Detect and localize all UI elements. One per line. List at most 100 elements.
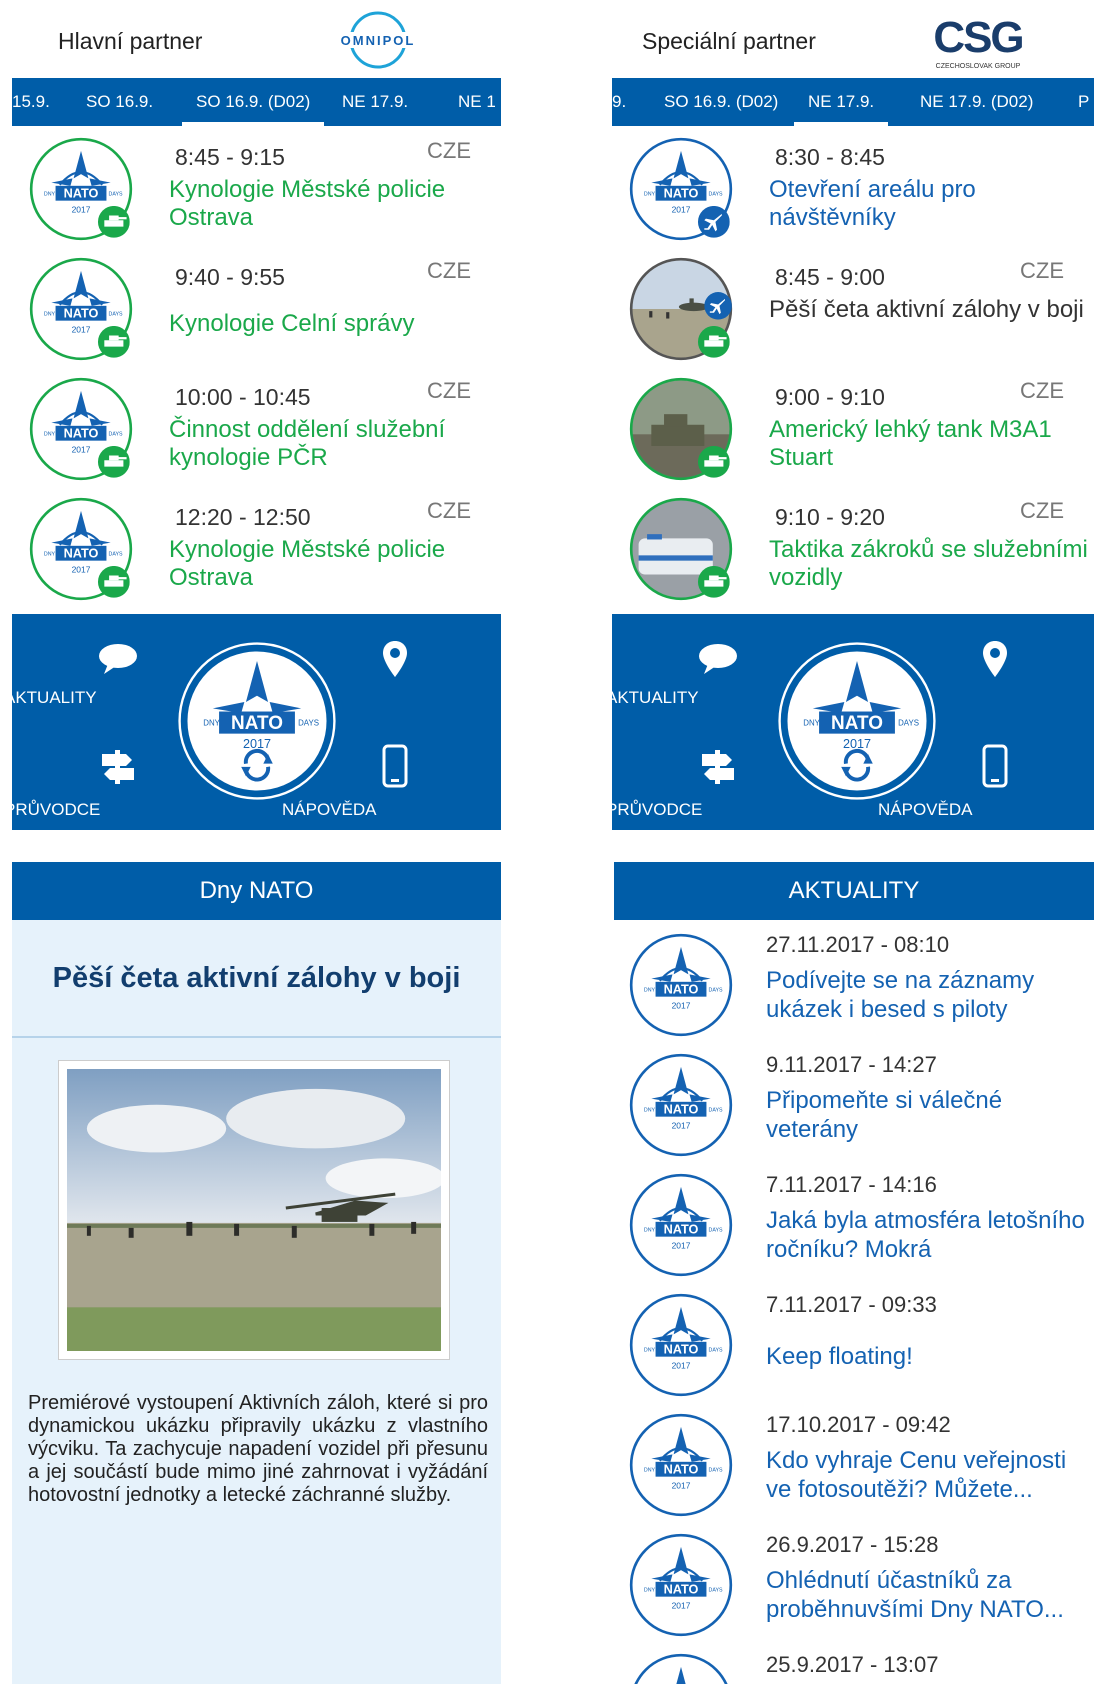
tab-date[interactable]: 15.9. xyxy=(12,78,50,126)
event-title: Kynologie Městské policie Ostrava xyxy=(169,176,446,231)
news-date: 25.9.2017 - 13:07 xyxy=(766,1652,939,1677)
event-item[interactable]: 9:40 - 9:55 CZE Kynologie Celní správy xyxy=(12,250,501,370)
news-item[interactable]: 7.11.2017 - 14:16 Jaká byla atmosféra le… xyxy=(614,1160,1094,1280)
nato-days-badge-icon xyxy=(628,1052,734,1158)
event-language: CZE xyxy=(427,258,471,283)
nav-guide-label[interactable]: PRŮVODCE xyxy=(612,800,702,820)
news-title: Jaká byla atmosféra letošního ročníku? M… xyxy=(766,1207,1085,1263)
nato-days-badge-icon xyxy=(628,1652,734,1684)
svg-text:DAYS: DAYS xyxy=(298,719,319,728)
tab-date[interactable]: SO 16.9. (D02) xyxy=(664,78,778,126)
svg-text:CZECHOSLOVAK GROUP: CZECHOSLOVAK GROUP xyxy=(936,63,1021,70)
event-time: 12:20 - 12:50 xyxy=(175,504,311,530)
news-title: Ohlédnutí účastníků za proběhnuvšími Dny… xyxy=(766,1567,1064,1623)
event-item[interactable]: 8:45 - 9:00 CZE Pěší četa aktivní zálohy… xyxy=(612,250,1094,370)
news-title: Podívejte se na záznamy ukázek i besed s… xyxy=(766,967,1035,1023)
nato-days-badge-icon xyxy=(28,496,134,602)
nato-days-refresh-logo[interactable]: NATO DNY DAYS 2017 xyxy=(178,642,336,800)
event-item[interactable]: 8:30 - 8:45 Otevření areálu pro návštěvn… xyxy=(612,130,1094,250)
partner-label: Speciální partner xyxy=(642,28,816,54)
event-item[interactable]: 9:00 - 9:10 CZE Americký lehký tank M3A1… xyxy=(612,370,1094,490)
date-tabs: 15.9. SO 16.9. SO 16.9. (D02) NE 17.9. N… xyxy=(12,78,501,126)
nato-days-refresh-logo[interactable]: NATO DNY DAYS 2017 xyxy=(778,642,936,800)
nato-days-badge-icon xyxy=(628,932,734,1038)
news-date: 7.11.2017 - 09:33 xyxy=(766,1292,937,1317)
helicopter-field-image xyxy=(67,1069,445,1351)
svg-text:DAYS: DAYS xyxy=(898,719,919,728)
nav-help-label[interactable]: NÁPOVĚDA xyxy=(878,800,972,820)
event-title: Taktika zákroků se služebními vozidly xyxy=(769,536,1088,591)
date-tabs: 9. SO 16.9. (D02) NE 17.9. NE 17.9. (D02… xyxy=(612,78,1094,126)
news-item[interactable]: 25.9.2017 - 13:07 xyxy=(614,1640,1094,1684)
speech-bubble-icon[interactable] xyxy=(98,642,138,676)
event-language: CZE xyxy=(427,378,471,403)
speech-bubble-icon[interactable] xyxy=(698,642,738,676)
tab-date[interactable]: P xyxy=(1078,78,1089,126)
news-item[interactable]: 27.11.2017 - 08:10 Podívejte se na zázna… xyxy=(614,920,1094,1040)
nav-news-label[interactable]: AKTUALITY xyxy=(12,688,97,708)
omnipol-logo: OMNIPOL xyxy=(335,11,421,69)
svg-text:DNY: DNY xyxy=(203,719,220,728)
news-date: 7.11.2017 - 14:16 xyxy=(766,1172,937,1197)
tab-date[interactable]: NE 17.9. xyxy=(342,78,408,126)
news-date: 9.11.2017 - 14:27 xyxy=(766,1052,937,1077)
svg-text:OMNIPOL: OMNIPOL xyxy=(341,33,416,48)
event-time: 8:45 - 9:15 xyxy=(175,144,285,170)
event-photo-thumbnail xyxy=(629,257,733,361)
event-language: CZE xyxy=(1020,258,1064,283)
event-language: CZE xyxy=(1020,498,1064,523)
event-title: Kynologie Městské policie Ostrava xyxy=(169,536,446,591)
tab-date[interactable]: NE 17.9. (D02) xyxy=(920,78,1033,126)
smartphone-icon[interactable] xyxy=(982,744,1008,788)
tab-date[interactable]: NE 1 xyxy=(458,78,496,126)
event-title: Otevření areálu pro návštěvníky xyxy=(769,176,976,231)
tab-date-selected[interactable]: SO 16.9. (D02) xyxy=(182,78,325,126)
event-list: 8:30 - 8:45 Otevření areálu pro návštěvn… xyxy=(612,130,1094,610)
news-item[interactable]: 9.11.2017 - 14:27 Připomeňte si válečné … xyxy=(614,1040,1094,1160)
news-title: Připomeňte si válečné veterány xyxy=(766,1087,1003,1143)
event-title: Pěší četa aktivní zálohy v boji xyxy=(769,296,1084,323)
nato-days-badge-icon xyxy=(28,256,134,362)
svg-text:DNY: DNY xyxy=(803,719,820,728)
nato-days-badge-icon xyxy=(628,1412,734,1518)
article-body: Premiérové vystoupení Aktivních záloh, k… xyxy=(28,1392,488,1506)
map-pin-icon[interactable] xyxy=(382,640,408,678)
news-item[interactable]: 26.9.2017 - 15:28 Ohlédnutí účastníků za… xyxy=(614,1520,1094,1640)
tab-date-selected[interactable]: NE 17.9. xyxy=(794,78,889,126)
news-date: 27.11.2017 - 08:10 xyxy=(766,932,950,957)
news-item[interactable]: 17.10.2017 - 09:42 Kdo vyhraje Cenu veře… xyxy=(614,1400,1094,1520)
nato-days-badge-icon xyxy=(628,136,734,242)
signpost-icon[interactable] xyxy=(98,746,138,786)
signpost-icon[interactable] xyxy=(698,746,738,786)
nato-days-badge-icon xyxy=(628,1172,734,1278)
nato-days-badge-icon xyxy=(28,136,134,242)
event-time: 10:00 - 10:45 xyxy=(175,384,311,410)
nav-news-label[interactable]: AKTUALITY xyxy=(612,688,699,708)
nav-help-label[interactable]: NÁPOVĚDA xyxy=(282,800,376,820)
svg-text:NATO: NATO xyxy=(831,713,883,734)
partner-label: Hlavní partner xyxy=(58,28,203,54)
article-title: Pěší četa aktivní zálohy v boji xyxy=(12,920,501,1038)
smartphone-icon[interactable] xyxy=(382,744,408,788)
event-photo-thumbnail xyxy=(629,377,733,481)
nav-guide-label[interactable]: PRŮVODCE xyxy=(12,800,100,820)
svg-text:2017: 2017 xyxy=(843,737,871,751)
event-item[interactable]: 8:45 - 9:15 CZE Kynologie Městské polici… xyxy=(12,130,501,250)
nato-days-badge-icon xyxy=(628,1532,734,1638)
event-item[interactable]: 9:10 - 9:20 CZE Taktika zákroků se služe… xyxy=(612,490,1094,610)
tab-date[interactable]: SO 16.9. xyxy=(86,78,153,126)
event-detail-screen: Dny NATO Pěší četa aktivní zálohy v boji… xyxy=(12,862,501,1684)
event-time: 9:10 - 9:20 xyxy=(775,504,885,530)
event-photo-thumbnail xyxy=(629,497,733,601)
bottom-navigation: AKTUALITY PRŮVODCE NÁPOVĚDA NATO DNY DAY… xyxy=(12,614,501,830)
event-item[interactable]: 10:00 - 10:45 CZE Činnost oddělení služe… xyxy=(12,370,501,490)
map-pin-icon[interactable] xyxy=(982,640,1008,678)
schedule-screen-sunday: Speciální partner CSG CZECHOSLOVAK GROUP… xyxy=(612,0,1094,830)
tab-date[interactable]: 9. xyxy=(612,78,626,126)
event-time: 8:30 - 8:45 xyxy=(775,144,885,170)
news-date: 17.10.2017 - 09:42 xyxy=(766,1412,951,1437)
news-screen: AKTUALITY 27.11.2017 - 08:10 Podívejte s… xyxy=(614,862,1094,1684)
event-title: Americký lehký tank M3A1 Stuart xyxy=(769,416,1052,471)
news-item[interactable]: 7.11.2017 - 09:33 Keep floating! xyxy=(614,1280,1094,1400)
event-item[interactable]: 12:20 - 12:50 CZE Kynologie Městské poli… xyxy=(12,490,501,610)
